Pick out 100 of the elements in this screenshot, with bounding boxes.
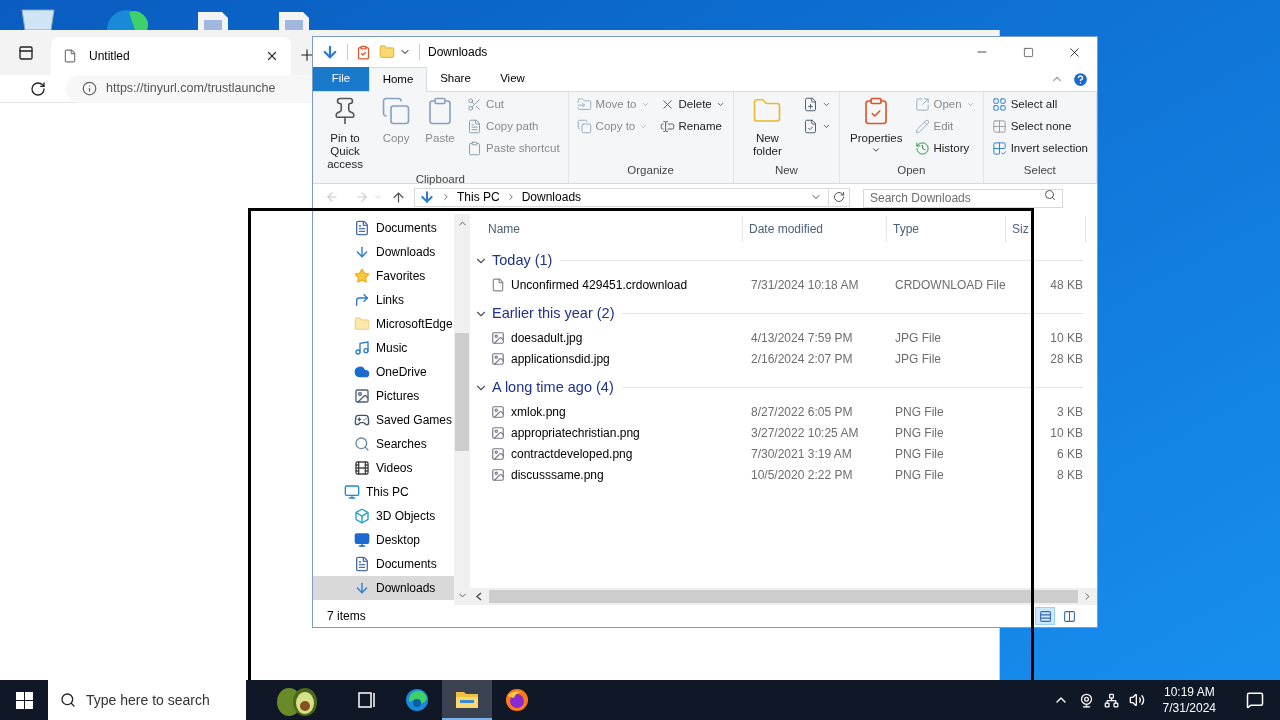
date-cell-text: 10/5/2020 2:22 PM: [751, 466, 854, 484]
up-icon[interactable]: [391, 189, 406, 205]
file-row[interactable]: contractdeveloped.png 7/30/2021 3:19 AM PNG File 6 KB: [474, 443, 1083, 464]
webcam-icon[interactable]: [1078, 692, 1094, 708]
column-header[interactable]: Name: [470, 216, 743, 242]
date-cell-text: 7/30/2021 3:19 AM: [751, 445, 853, 463]
taskbar-search-field[interactable]: Type here to search: [48, 680, 246, 720]
chevron-icon: [441, 192, 451, 202]
column-header[interactable]: Date modified: [743, 216, 887, 242]
file-row[interactable]: applicationsdid.jpg 2/16/2024 2:07 PM JPG File 28 KB: [474, 348, 1083, 369]
nav-item[interactable]: Desktop: [313, 528, 454, 552]
nav-item[interactable]: Documents: [313, 552, 454, 576]
address-bar[interactable]: This PC Downloads: [414, 187, 850, 207]
date-cell-text: 8/27/2022 6:05 PM: [751, 403, 854, 421]
nav-item[interactable]: Links: [313, 288, 454, 312]
group-header[interactable]: Earlier this year (2): [492, 302, 615, 325]
size-cell-text: 48 KB: [1049, 276, 1083, 294]
file-name: appropriatechristian.png: [511, 424, 640, 442]
date-cell-text: 7/31/2024 10:18 AM: [751, 276, 860, 294]
taskbar-app[interactable]: [442, 680, 492, 720]
clock[interactable]: 10:19 AM 7/31/2024: [1154, 684, 1224, 716]
ribbon-button[interactable]: Rename: [657, 117, 727, 136]
ribbon-button[interactable]: Select none: [989, 117, 1090, 136]
ribbon-icon: [467, 97, 483, 112]
date-cell-text: 3/27/2022 10:25 AM: [751, 424, 860, 442]
nav-item[interactable]: Searches: [313, 432, 454, 456]
ribbon-button[interactable]: Properties: [846, 92, 907, 162]
url-field[interactable]: https://tinyurl.com/trustlaunche: [66, 74, 312, 103]
group-header[interactable]: Today (1): [492, 249, 553, 272]
image-file-icon: [491, 446, 505, 461]
scrollbar[interactable]: [454, 214, 470, 605]
image-file-icon: [491, 467, 505, 482]
nav-item[interactable]: Pictures: [313, 384, 454, 408]
ribbon-button[interactable]: Delete: [657, 95, 727, 114]
group-label: Clipboard: [414, 172, 466, 187]
size-cell-text: 3 KB: [1056, 403, 1083, 421]
nav-item[interactable]: Saved Games: [313, 408, 454, 432]
refresh-icon[interactable]: [833, 191, 845, 203]
nav-item[interactable]: Downloads: [313, 576, 454, 600]
group-header[interactable]: A long time ago (4): [492, 376, 614, 399]
file-row[interactable]: appropriatechristian.png 3/27/2022 10:25 AM PNG File 10 KB: [474, 422, 1083, 443]
file-row[interactable]: discusssame.png 10/5/2020 2:22 PM PNG File 8 KB: [474, 464, 1083, 485]
nav-item[interactable]: 3D Objects: [313, 504, 454, 528]
ribbon-icon: [576, 119, 592, 134]
nav-item[interactable]: Favorites: [313, 264, 454, 288]
help-icon[interactable]: [1072, 70, 1089, 88]
ribbon-icon: [914, 97, 930, 112]
close-tab-icon[interactable]: [265, 49, 279, 63]
volume-icon[interactable]: [1128, 692, 1145, 708]
date-cell-text: 4/13/2024 7:59 PM: [751, 329, 854, 347]
horizontal-scrollbar[interactable]: [470, 588, 1097, 605]
nav-item[interactable]: Videos: [313, 456, 454, 480]
properties-icon[interactable]: [356, 44, 371, 60]
path-segment[interactable]: This PC: [457, 188, 500, 206]
ribbon-button[interactable]: Invert selection: [989, 139, 1090, 158]
ribbon-button[interactable]: Pin to Quick access: [319, 92, 372, 171]
image-file-icon: [491, 404, 505, 419]
ribbon-button[interactable]: New folder: [739, 92, 796, 162]
page-icon: [63, 49, 77, 63]
ribbon-button[interactable]: Select all: [989, 95, 1090, 114]
task-view-icon: [357, 690, 377, 710]
ribbon-tab[interactable]: View: [484, 67, 541, 91]
nav-item[interactable]: Downloads: [313, 240, 454, 264]
file-row[interactable]: Unconfirmed 429451.crdownload 7/31/2024 10:18 AM CRDOWNLOAD File 48 KB: [474, 274, 1083, 295]
downloads-icon: [419, 189, 435, 205]
file-name: xmlok.png: [511, 403, 566, 421]
nav-item[interactable]: Documents: [313, 216, 454, 240]
view-button[interactable]: [1035, 607, 1055, 625]
window-title: Downloads: [428, 44, 488, 61]
path-segment[interactable]: Downloads: [521, 188, 582, 206]
group-label: Select: [1022, 162, 1057, 178]
ribbon-icon: [659, 119, 675, 134]
nav-item[interactable]: MicrosoftEdge: [313, 312, 454, 336]
file-name: applicationsdid.jpg: [511, 350, 610, 368]
file-row[interactable]: doesadult.jpg 4/13/2024 7:59 PM JPG File 10 KB: [474, 327, 1083, 348]
ribbon-tab[interactable]: Share: [427, 67, 484, 91]
search-field[interactable]: Search Downloads: [863, 188, 1063, 208]
ribbon-tab[interactable]: Home: [369, 67, 427, 92]
type-cell-text: JPG File: [895, 350, 942, 368]
type-cell-text: JPG File: [895, 329, 942, 347]
details-view-icon: [1038, 609, 1052, 623]
column-header[interactable]: Type: [887, 216, 1006, 242]
type-cell-text: PNG File: [895, 445, 945, 463]
image-file-icon: [491, 330, 505, 345]
network-icon[interactable]: [1103, 692, 1119, 708]
nav-item[interactable]: This PC: [313, 480, 454, 504]
notification-icon[interactable]: [1246, 691, 1264, 709]
nav-item[interactable]: Music: [313, 336, 454, 360]
nav-item[interactable]: OneDrive: [313, 360, 454, 384]
date-cell-text: 2/16/2024 2:07 PM: [751, 350, 854, 368]
ribbon-tab[interactable]: File: [313, 67, 369, 91]
ribbon-button[interactable]: History: [912, 139, 977, 158]
browser-tab[interactable]: Untitled: [51, 37, 291, 75]
downloads-icon[interactable]: [321, 43, 339, 61]
file-row[interactable]: xmlok.png 8/27/2022 6:05 PM PNG File 3 KB: [474, 401, 1083, 422]
column-header[interactable]: Siz: [1006, 216, 1086, 242]
windows-logo-icon: [15, 691, 33, 709]
refresh-icon[interactable]: [30, 80, 46, 97]
tab-actions-icon[interactable]: [18, 45, 34, 61]
type-cell-text: PNG File: [895, 424, 945, 442]
